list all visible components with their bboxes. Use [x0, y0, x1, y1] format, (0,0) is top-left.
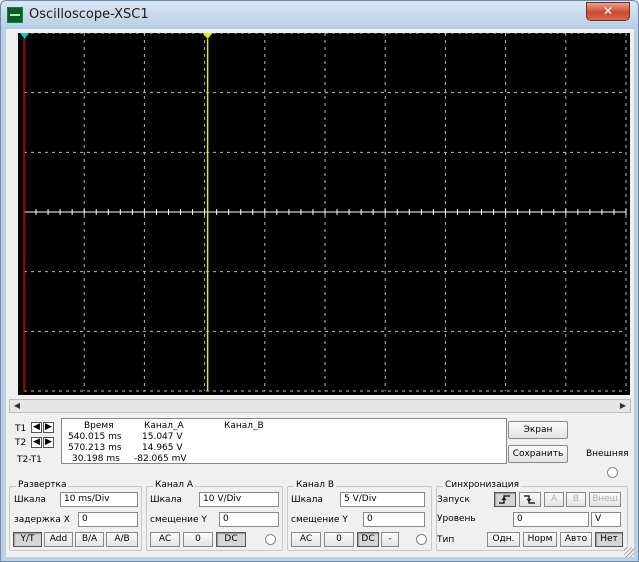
channel-b-scale-field[interactable]: 5 V/Div: [340, 492, 425, 507]
channel-a-offset-label: смещение Y: [150, 515, 207, 525]
channel-a-offset-field[interactable]: 0: [219, 512, 279, 527]
resize-grip-icon[interactable]: [624, 547, 634, 557]
save-button[interactable]: Сохранить: [508, 445, 568, 463]
channel-b-offset-label: смещение Y: [291, 515, 348, 525]
channel-a-group: Канал А Шкала 10 V/Div смещение Y 0 AC 0…: [146, 480, 283, 551]
timebase-title: Развертка: [16, 480, 69, 490]
channel-a-ac-button[interactable]: AC: [150, 532, 180, 547]
display-actions: Экран Сохранить Внешняя: [508, 419, 629, 478]
screen-button[interactable]: Экран: [508, 421, 568, 439]
cursor-panel: T1 ◀ ▶ T2 ◀ ▶ T2-T1 Время Канал_A Канал_…: [9, 416, 509, 466]
t2-left-button[interactable]: ◀: [31, 437, 42, 448]
diff-time: 30.198 ms: [72, 454, 120, 464]
trigger-type-label: Тип: [437, 535, 455, 545]
timebase-scale-field[interactable]: 10 ms/Div: [60, 492, 138, 507]
channel-b-invert-button[interactable]: -: [381, 532, 399, 547]
cursor-1-marker-icon: [20, 33, 29, 39]
falling-edge-icon: [524, 495, 535, 504]
external-label: Внешняя: [586, 449, 629, 459]
trigger-edge-label: Запуск: [437, 495, 470, 505]
title-bar[interactable]: Oscilloscope-XSC1 ✕: [1, 1, 638, 29]
trigger-none-button[interactable]: Нет: [595, 532, 623, 547]
channel-a-header: Канал_A: [144, 421, 184, 431]
channel-b-group: Канал В Шкала 5 V/Div смещение Y 0 AC 0 …: [287, 480, 432, 551]
t2-t1-label: T2-T1: [17, 455, 42, 465]
rising-edge-icon: [499, 495, 510, 504]
scroll-right-icon[interactable]: ▶: [616, 400, 630, 412]
timebase-scale-label: Шкала: [14, 495, 46, 505]
channel-a-scale-field[interactable]: 10 V/Div: [199, 492, 279, 507]
t1-right-button[interactable]: ▶: [43, 422, 54, 433]
cursor-readout: Время Канал_A Канал_B 540.015 ms 15.047 …: [61, 418, 507, 464]
scroll-left-icon[interactable]: ◀: [10, 400, 24, 412]
channel-b-title: Канал В: [294, 480, 337, 490]
trigger-level-field[interactable]: 0: [513, 512, 589, 527]
channel-b-offset-field[interactable]: 0: [363, 512, 425, 527]
diff-channel-a: -82.065 mV: [134, 454, 187, 464]
t2-time: 570.213 ms: [68, 443, 122, 453]
ba-mode-button[interactable]: B/A: [75, 532, 104, 547]
t2-right-button[interactable]: ▶: [43, 437, 54, 448]
trigger-title: Синхронизация: [443, 480, 521, 490]
ab-mode-button[interactable]: A/B: [106, 532, 138, 547]
add-mode-button[interactable]: Add: [44, 532, 73, 547]
t1-channel-a: 15.047 V: [142, 432, 183, 442]
trigger-single-button[interactable]: Одн.: [487, 532, 520, 547]
yt-mode-button[interactable]: Y/T: [13, 532, 42, 547]
timebase-group: Развертка Шкала 10 ms/Div задержка X 0 Y…: [9, 480, 142, 551]
oscilloscope-icon: [7, 7, 23, 23]
t1-time: 540.015 ms: [68, 432, 122, 442]
channel-b-ac-button[interactable]: AC: [291, 532, 321, 547]
horizontal-scrollbar[interactable]: ◀ ▶: [9, 399, 631, 413]
x-delay-label: задержка X: [14, 515, 70, 525]
trigger-source-a-button[interactable]: A: [544, 492, 564, 507]
x-delay-field[interactable]: 0: [78, 512, 138, 527]
external-radio[interactable]: [607, 467, 618, 478]
trigger-group: Синхронизация Запуск A B Внеш Уровень 0 …: [436, 480, 628, 551]
trigger-source-b-button[interactable]: B: [566, 492, 586, 507]
client-area: ◀ ▶ T1 ◀ ▶ T2 ◀ ▶ T2-T1 Время Канал_A Ка…: [6, 29, 634, 557]
trigger-level-label: Уровень: [437, 514, 476, 524]
scope-display: [20, 33, 627, 392]
channel-b-zero-button[interactable]: 0: [324, 532, 354, 547]
oscilloscope-window: Oscilloscope-XSC1 ✕ ◀ ▶ T1 ◀ ▶ T2 ◀ ▶ T2…: [0, 0, 639, 562]
close-button[interactable]: ✕: [586, 2, 630, 21]
trigger-auto-button[interactable]: Авто: [560, 532, 592, 547]
t2-channel-a: 14.965 V: [142, 443, 183, 453]
channel-a-scale-label: Шкала: [150, 495, 182, 505]
t1-left-button[interactable]: ◀: [31, 422, 42, 433]
channel-a-dc-button[interactable]: DC: [216, 532, 246, 547]
trigger-normal-button[interactable]: Норм: [523, 532, 557, 547]
channel-b-dc-button[interactable]: DC: [357, 532, 379, 547]
falling-edge-button[interactable]: [519, 492, 541, 507]
time-header: Время: [84, 421, 114, 431]
oscilloscope-screen: [18, 33, 630, 395]
t1-label: T1: [15, 424, 27, 434]
channel-b-header: Канал_B: [224, 421, 264, 431]
trigger-source-ext-button[interactable]: Внеш: [589, 492, 621, 507]
channel-a-radio[interactable]: [265, 534, 276, 545]
channel-a-title: Канал А: [153, 480, 196, 490]
channel-b-radio[interactable]: [416, 534, 427, 545]
channel-b-scale-label: Шкала: [291, 495, 323, 505]
window-title: Oscilloscope-XSC1: [29, 7, 149, 22]
channel-a-zero-button[interactable]: 0: [183, 532, 213, 547]
rising-edge-button[interactable]: [494, 492, 516, 507]
t2-label: T2: [15, 438, 27, 448]
trigger-level-unit[interactable]: V: [591, 512, 621, 527]
